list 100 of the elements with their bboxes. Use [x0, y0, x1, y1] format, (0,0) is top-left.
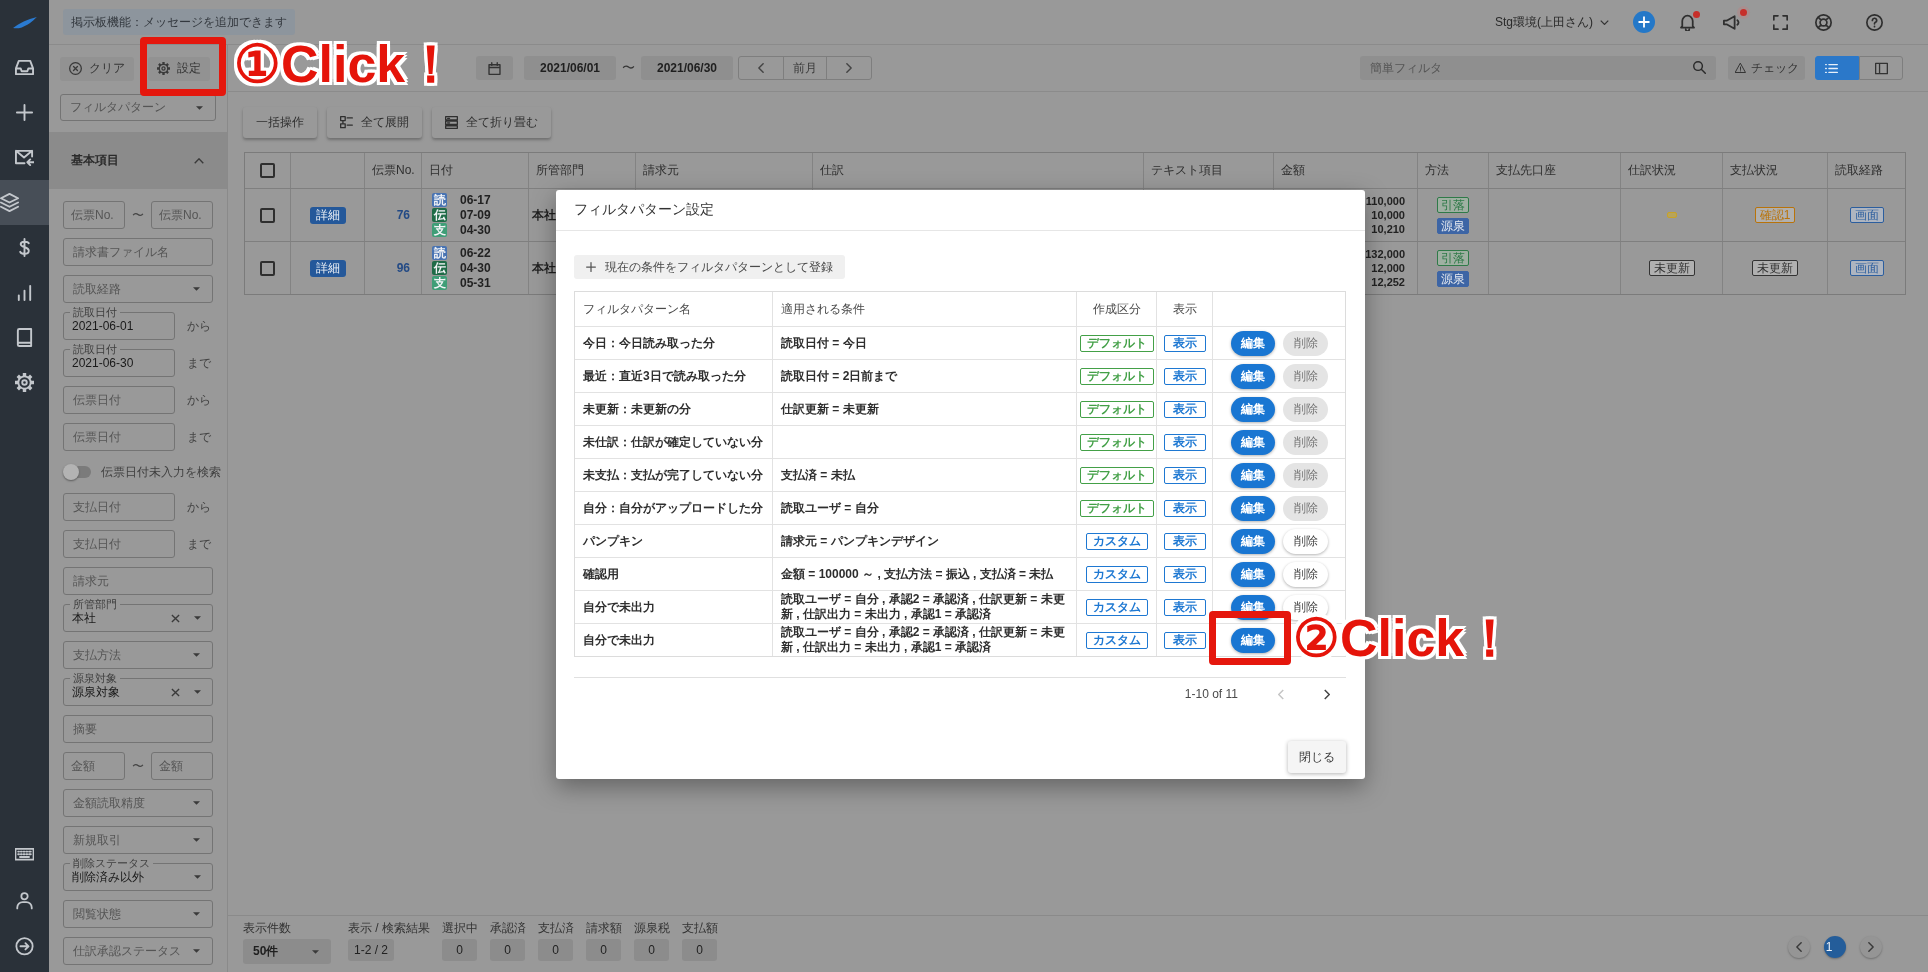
fullscreen-icon[interactable] [1773, 14, 1788, 30]
detail-button[interactable]: 詳細 [309, 206, 346, 224]
date-field[interactable]: 支払日付 [63, 493, 175, 521]
pattern-name: 未更新：未更新の分 [583, 401, 691, 417]
date-type-tag: 読 [432, 246, 447, 260]
close-button[interactable]: 閉じる [1288, 741, 1346, 773]
previous-page-button[interactable] [1788, 935, 1810, 958]
add-icon[interactable] [1633, 11, 1655, 33]
page-button[interactable]: 1 [1824, 935, 1846, 958]
date-type-tag: 読 [432, 193, 447, 207]
action-button[interactable]: 全て折り畳む [432, 107, 551, 138]
settings-button[interactable]: 設定 [148, 56, 210, 81]
calendar-button[interactable] [476, 56, 513, 80]
edit-button[interactable]: 編集 [1231, 627, 1275, 653]
select-field[interactable]: 仕訳承認ステータス [63, 937, 213, 965]
check-button[interactable]: チェック [1728, 56, 1805, 80]
edit-button[interactable]: 編集 [1231, 396, 1275, 422]
voucher-number-link[interactable]: 76 [396, 208, 410, 222]
add-pattern-button[interactable]: 現在の条件をフィルタパターンとして登録 [574, 255, 845, 279]
bar-chart-icon [15, 283, 34, 302]
chevron-right-icon[interactable] [1324, 688, 1330, 700]
select-field[interactable]: 所管部門 本社 [63, 597, 213, 632]
bell-icon[interactable] [1679, 13, 1696, 31]
view-toggle[interactable] [1859, 56, 1903, 80]
select-field[interactable]: 源泉対象 源泉対象 [63, 671, 213, 706]
delete-button[interactable]: 削除 [1283, 495, 1328, 521]
chevron-right-icon [1868, 941, 1874, 952]
select-field[interactable]: 読取経路 [63, 275, 213, 303]
input-field[interactable]: 伝票No. [63, 201, 125, 229]
delete-button[interactable]: 削除 [1283, 561, 1328, 587]
filter-pattern-select[interactable]: フィルタパターン [60, 94, 216, 121]
environment-menu[interactable]: Stg環境(上田さん) [1495, 13, 1609, 31]
date-field[interactable]: 読取日付 2021-06-30 [63, 342, 175, 377]
edit-button[interactable]: 編集 [1231, 363, 1275, 389]
logo-icon[interactable] [11, 16, 38, 29]
category-tag: デフォルト [1079, 466, 1154, 484]
next-page-button[interactable] [1860, 935, 1882, 958]
action-button[interactable]: 全て展開 [327, 107, 422, 138]
voucher-number-link[interactable]: 96 [396, 261, 410, 275]
view-toggle[interactable] [1815, 56, 1859, 80]
close-icon[interactable] [171, 687, 180, 697]
field-label: 削除ステータス [70, 856, 153, 870]
action-button[interactable]: 一括操作 [243, 107, 317, 138]
select-field[interactable]: 閲覧状態 [63, 900, 213, 928]
select-field[interactable]: 新規取引 [63, 826, 213, 854]
counter-value: 0 [490, 939, 525, 961]
clear-button[interactable]: クリア [60, 56, 134, 81]
delete-button[interactable]: 削除 [1283, 528, 1328, 554]
detail-button[interactable]: 詳細 [309, 259, 346, 277]
display-tag: 表示 [1163, 499, 1206, 517]
pattern-condition: 仕訳更新 = 未更新 [781, 401, 879, 417]
input-field[interactable]: 摘要 [63, 715, 213, 743]
inbox-icon [15, 58, 34, 77]
pattern-name: 未仕訳：仕訳が確定していない分 [583, 434, 763, 450]
edit-button[interactable]: 編集 [1231, 330, 1275, 356]
delete-button[interactable]: 削除 [1283, 429, 1328, 455]
delete-button[interactable]: 削除 [1283, 462, 1328, 488]
megaphone-icon[interactable] [1723, 13, 1740, 31]
input-field[interactable]: 伝票No. [151, 201, 213, 229]
nav-item[interactable] [0, 180, 49, 225]
pattern-condition: 請求元 = パンプキンデザイン [781, 533, 939, 549]
split-view-icon [1874, 61, 1888, 75]
delete-button[interactable]: 削除 [1283, 396, 1328, 422]
section-header[interactable]: 基本項目 [49, 132, 227, 189]
lifebuoy-icon[interactable] [1815, 13, 1832, 31]
counter-label: 表示 / 検索結果 [348, 921, 430, 936]
select-field[interactable]: 削除ステータス 削除済み以外 [63, 856, 213, 891]
range-separator: 〜 [131, 206, 145, 224]
input-field[interactable]: 金額 [151, 752, 213, 780]
pattern-condition: 読取ユーザ = 自分 , 承認2 = 承認済 , 仕訳更新 = 未更新 , 仕訳出力 = 未出力 , 承認1 = 承認済 [781, 625, 1066, 655]
toggle-label: 伝票日付未入力を検索 [101, 463, 221, 481]
per-page-select[interactable]: 50件 [243, 939, 331, 964]
edit-button[interactable]: 編集 [1231, 528, 1275, 554]
row-checkbox[interactable] [260, 260, 275, 276]
help-icon[interactable] [1866, 13, 1883, 31]
date-field[interactable]: 2021/06/30 [641, 56, 733, 80]
close-icon[interactable] [171, 613, 180, 623]
row-checkbox[interactable] [260, 207, 275, 223]
delete-button[interactable]: 削除 [1283, 363, 1328, 389]
input-field[interactable]: 請求書ファイル名 [63, 238, 213, 266]
input-field[interactable]: 請求元 [63, 567, 213, 595]
edit-button[interactable]: 編集 [1231, 561, 1275, 587]
date-field[interactable]: 支払日付 [63, 530, 175, 558]
select-field[interactable]: 支払方法 [63, 641, 213, 669]
person-icon[interactable] [15, 890, 34, 910]
date-field[interactable]: 2021/06/01 [524, 56, 616, 80]
toggle-switch[interactable] [63, 464, 93, 480]
select-all-checkbox[interactable] [260, 163, 275, 178]
edit-button[interactable]: 編集 [1231, 495, 1275, 521]
edit-button[interactable]: 編集 [1231, 429, 1275, 455]
delete-button[interactable]: 削除 [1283, 330, 1328, 356]
column-header: 金額 [1281, 162, 1305, 179]
date-field[interactable]: 伝票日付 [63, 423, 175, 451]
input-field[interactable]: 金額 [63, 752, 125, 780]
date-field[interactable]: 伝票日付 [63, 386, 175, 414]
select-field[interactable]: 金額読取精度 [63, 789, 213, 817]
method-tag: 引落 [1437, 249, 1469, 266]
edit-button[interactable]: 編集 [1231, 462, 1275, 488]
date-field[interactable]: 読取日付 2021-06-01 [63, 305, 175, 340]
settings-icon [157, 62, 170, 75]
